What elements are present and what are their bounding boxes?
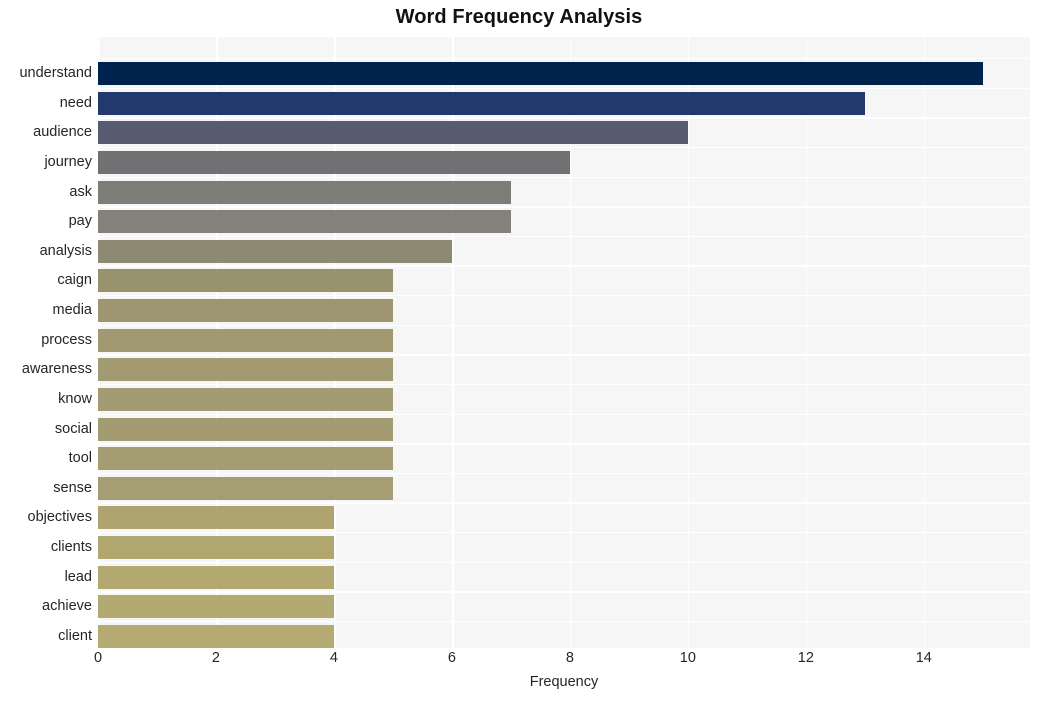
y-axis-tick-labels: understand need audience journey ask pay analy… <box>0 37 92 648</box>
horizontal-gridline <box>98 87 1030 90</box>
bar <box>98 91 865 115</box>
horizontal-gridline <box>98 354 1030 356</box>
x-axis-label: Frequency <box>529 674 599 690</box>
plot-area <box>98 37 1030 648</box>
bar <box>98 62 983 85</box>
y-axis-tick-label: media <box>52 302 93 319</box>
bar <box>98 595 334 619</box>
horizontal-gridline <box>98 146 1030 149</box>
bar <box>98 536 334 560</box>
bar <box>98 210 511 234</box>
y-axis-tick-label: lead <box>64 568 92 585</box>
y-axis-tick-label: audience <box>33 124 92 141</box>
y-axis-tick-label: awareness <box>21 361 92 378</box>
bar <box>98 239 452 263</box>
horizontal-gridline <box>98 502 1030 504</box>
x-axis-tick-label: 14 <box>915 650 932 666</box>
x-axis-tick-label: 8 <box>565 650 574 666</box>
horizontal-gridline <box>98 472 1030 475</box>
x-axis-tick-label: 12 <box>797 650 814 666</box>
horizontal-gridline <box>98 324 1030 327</box>
horizontal-gridline <box>98 117 1030 119</box>
horizontal-gridline <box>98 532 1030 534</box>
bar <box>98 417 393 441</box>
x-axis-tick-label: 4 <box>329 650 338 666</box>
vertical-gridline <box>805 37 808 648</box>
horizontal-gridline <box>98 206 1030 208</box>
vertical-gridline <box>687 37 690 648</box>
bar <box>98 387 393 411</box>
y-axis-tick-label: tool <box>68 450 92 467</box>
y-axis-tick-label: need <box>59 94 92 111</box>
horizontal-gridline <box>98 265 1030 267</box>
vertical-gridline <box>923 37 926 648</box>
chart-title: Word Frequency Analysis <box>395 6 643 28</box>
horizontal-gridline <box>98 235 1030 238</box>
y-axis-tick-label: ask <box>69 183 92 200</box>
y-axis-tick-label: journey <box>44 153 92 170</box>
y-axis-tick-label: understand <box>19 65 92 81</box>
y-axis-tick-label: caign <box>57 272 92 289</box>
y-axis-tick-label: objectives <box>27 509 92 526</box>
y-axis-tick-label: sense <box>53 479 92 496</box>
x-axis-tick-label: 0 <box>93 650 103 666</box>
bar <box>98 506 334 530</box>
y-axis-tick-label: achieve <box>42 598 92 615</box>
x-axis-tick-labels: 0 2 4 6 8 10 12 14 <box>0 650 1038 674</box>
bar <box>98 447 393 471</box>
y-axis-tick-label: client <box>58 628 92 644</box>
bar <box>98 269 393 293</box>
x-axis-tick-label: 6 <box>447 650 456 666</box>
bar <box>98 625 334 648</box>
horizontal-gridline <box>98 58 1030 60</box>
bar <box>98 150 570 174</box>
y-axis-tick-label: clients <box>50 539 92 556</box>
horizontal-gridline <box>98 443 1030 445</box>
horizontal-gridline <box>98 561 1030 564</box>
bar <box>98 121 688 145</box>
bar <box>98 180 511 204</box>
chart-figure: Word Frequency Analysis understand need au… <box>0 0 1038 701</box>
horizontal-gridline <box>98 413 1030 415</box>
y-axis-tick-label: know <box>58 390 92 407</box>
bar <box>98 476 393 500</box>
bar <box>98 565 334 589</box>
horizontal-gridline <box>98 591 1030 593</box>
horizontal-gridline <box>98 621 1030 623</box>
x-axis-tick-label: 2 <box>211 650 221 666</box>
horizontal-gridline <box>98 295 1030 297</box>
y-axis-tick-label: pay <box>68 213 92 230</box>
y-axis-tick-label: analysis <box>39 242 92 259</box>
y-axis-tick-label: process <box>41 331 92 348</box>
x-axis-tick-label: 10 <box>679 650 696 666</box>
y-axis-tick-label: social <box>54 420 92 437</box>
bar <box>98 328 393 352</box>
bar <box>98 299 393 323</box>
bar <box>98 358 393 382</box>
horizontal-gridline <box>98 176 1030 178</box>
horizontal-gridline <box>98 383 1030 386</box>
